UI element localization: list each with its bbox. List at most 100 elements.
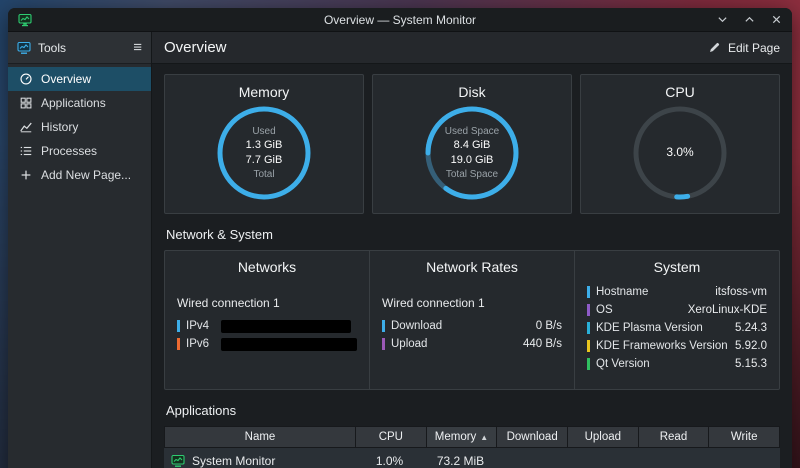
sensor-value: 0 B/s bbox=[536, 320, 562, 332]
download-row: Download 0 B/s bbox=[382, 317, 562, 335]
network-system-card: Networks Wired connection 1 IPv4 IPv6 bbox=[164, 250, 780, 390]
list-icon bbox=[19, 144, 33, 158]
legend-swatch bbox=[177, 320, 180, 332]
sensor-label: IPv4 bbox=[186, 320, 209, 332]
page-header: Overview Edit Page bbox=[152, 32, 792, 64]
cpu-card: CPU 3.0% bbox=[580, 74, 780, 214]
sidebar-item-processes[interactable]: Processes bbox=[8, 139, 151, 163]
sensor-label: Qt Version bbox=[596, 358, 650, 370]
column-header-read[interactable]: Read bbox=[639, 427, 709, 447]
gauge-icon bbox=[19, 72, 33, 86]
column-header-cpu[interactable]: CPU bbox=[356, 427, 426, 447]
sidebar-header: Tools ≡ bbox=[8, 32, 151, 64]
memory-gauge: Used 1.3 GiB 7.7 GiB Total bbox=[214, 103, 314, 203]
memory-cell: 73.2 MiB bbox=[425, 454, 496, 468]
network-system-heading: Network & System bbox=[166, 227, 780, 242]
sensor-label: Hostname bbox=[596, 286, 648, 298]
network-rates-panel: Network Rates Wired connection 1 Downloa… bbox=[369, 251, 574, 389]
memory-card: Memory Used 1.3 GiB 7.7 GiB Total bbox=[164, 74, 364, 214]
connection-label: Wired connection 1 bbox=[177, 296, 357, 310]
sidebar-item-add-new-page[interactable]: Add New Page... bbox=[8, 163, 151, 187]
column-header-memory[interactable]: Memory ▲ bbox=[427, 427, 497, 447]
maximize-button[interactable] bbox=[744, 14, 755, 25]
sensor-value: 5.15.3 bbox=[735, 358, 767, 370]
gauge-line: 7.7 GiB bbox=[246, 153, 283, 168]
sensor-label: IPv6 bbox=[186, 338, 209, 350]
column-header-download[interactable]: Download bbox=[497, 427, 567, 447]
sidebar-item-overview[interactable]: Overview bbox=[8, 67, 151, 91]
grid-icon bbox=[19, 96, 33, 110]
system-panel: System Hostname itsfoss-vm OS XeroLinux-… bbox=[574, 251, 779, 389]
connection-label: Wired connection 1 bbox=[382, 296, 562, 310]
sidebar-title: Tools bbox=[38, 41, 126, 55]
legend-swatch bbox=[587, 322, 590, 334]
gauge-title: CPU bbox=[665, 84, 695, 100]
chart-icon bbox=[19, 120, 33, 134]
close-button[interactable] bbox=[771, 14, 782, 25]
plasma-version-row: KDE Plasma Version 5.24.3 bbox=[587, 320, 767, 335]
sensor-label: Upload bbox=[391, 338, 427, 350]
sidebar-item-applications[interactable]: Applications bbox=[8, 91, 151, 115]
sidebar-item-label: Add New Page... bbox=[41, 168, 131, 182]
upload-row: Upload 440 B/s bbox=[382, 335, 562, 353]
gauge-line: 8.4 GiB bbox=[454, 138, 491, 153]
titlebar[interactable]: Overview — System Monitor bbox=[8, 8, 792, 32]
cpu-cell: 1.0% bbox=[354, 454, 425, 468]
column-header-write[interactable]: Write bbox=[709, 427, 779, 447]
sensor-label: KDE Plasma Version bbox=[596, 322, 703, 334]
app-name-cell: System Monitor bbox=[164, 454, 354, 468]
tools-icon bbox=[17, 41, 31, 55]
gauge-line: 1.3 GiB bbox=[246, 138, 283, 153]
sidebar-item-label: Overview bbox=[41, 72, 91, 86]
sidebar-item-label: Processes bbox=[41, 144, 97, 158]
column-header-upload[interactable]: Upload bbox=[568, 427, 638, 447]
legend-swatch bbox=[587, 358, 590, 370]
edit-page-label: Edit Page bbox=[728, 41, 780, 55]
legend-swatch bbox=[177, 338, 180, 350]
table-row-system-monitor[interactable]: System Monitor 1.0% 73.2 MiB bbox=[164, 448, 780, 468]
sidebar: Tools ≡ Overview Applications bbox=[8, 32, 152, 468]
legend-swatch bbox=[587, 340, 590, 352]
legend-swatch bbox=[587, 286, 590, 298]
os-row: OS XeroLinux-KDE bbox=[587, 302, 767, 317]
sensor-label: OS bbox=[596, 304, 613, 316]
ipv6-row: IPv6 bbox=[177, 335, 357, 353]
sensor-value: XeroLinux-KDE bbox=[688, 304, 767, 316]
menu-icon[interactable]: ≡ bbox=[133, 40, 142, 55]
sensor-value: 5.24.3 bbox=[735, 322, 767, 334]
main-content: Overview Edit Page Memory bbox=[152, 32, 792, 468]
sidebar-item-label: History bbox=[41, 120, 78, 134]
page-title: Overview bbox=[164, 39, 227, 56]
window-title: Overview — System Monitor bbox=[8, 13, 792, 27]
gauge-line: Used bbox=[252, 125, 275, 138]
sidebar-item-label: Applications bbox=[41, 96, 106, 110]
ipv4-row: IPv4 bbox=[177, 317, 357, 335]
gauge-line: 3.0% bbox=[666, 145, 693, 161]
column-header-name[interactable]: Name bbox=[165, 427, 355, 447]
gauge-line: Total Space bbox=[446, 168, 498, 181]
content-scroll[interactable]: Memory Used 1.3 GiB 7.7 GiB Total bbox=[152, 64, 792, 468]
edit-page-button[interactable]: Edit Page bbox=[708, 41, 780, 55]
gauge-line: 19.0 GiB bbox=[451, 153, 494, 168]
applications-heading: Applications bbox=[166, 403, 780, 418]
table-header-row: Name CPU Memory ▲ Download Upload Read W… bbox=[164, 426, 780, 448]
frameworks-version-row: KDE Frameworks Version 5.92.0 bbox=[587, 338, 767, 353]
applications-table: Name CPU Memory ▲ Download Upload Read W… bbox=[164, 426, 780, 468]
disk-gauge: Used Space 8.4 GiB 19.0 GiB Total Space bbox=[422, 103, 522, 203]
redacted-value bbox=[221, 320, 351, 333]
minimize-button[interactable] bbox=[717, 14, 728, 25]
sidebar-item-history[interactable]: History bbox=[8, 115, 151, 139]
system-monitor-window: Overview — System Monitor Tools ≡ bbox=[8, 8, 792, 468]
gauge-line: Used Space bbox=[445, 125, 499, 138]
cpu-gauge: 3.0% bbox=[630, 103, 730, 203]
system-monitor-app-icon bbox=[171, 454, 185, 468]
legend-swatch bbox=[382, 338, 385, 350]
pencil-icon bbox=[708, 41, 721, 54]
app-icon bbox=[18, 13, 32, 27]
hostname-row: Hostname itsfoss-vm bbox=[587, 284, 767, 299]
gauge-line: Total bbox=[253, 168, 274, 181]
network-rates-title: Network Rates bbox=[382, 259, 562, 275]
sensor-label: Download bbox=[391, 320, 442, 332]
plus-icon bbox=[19, 168, 33, 182]
gauge-title: Memory bbox=[239, 84, 290, 100]
